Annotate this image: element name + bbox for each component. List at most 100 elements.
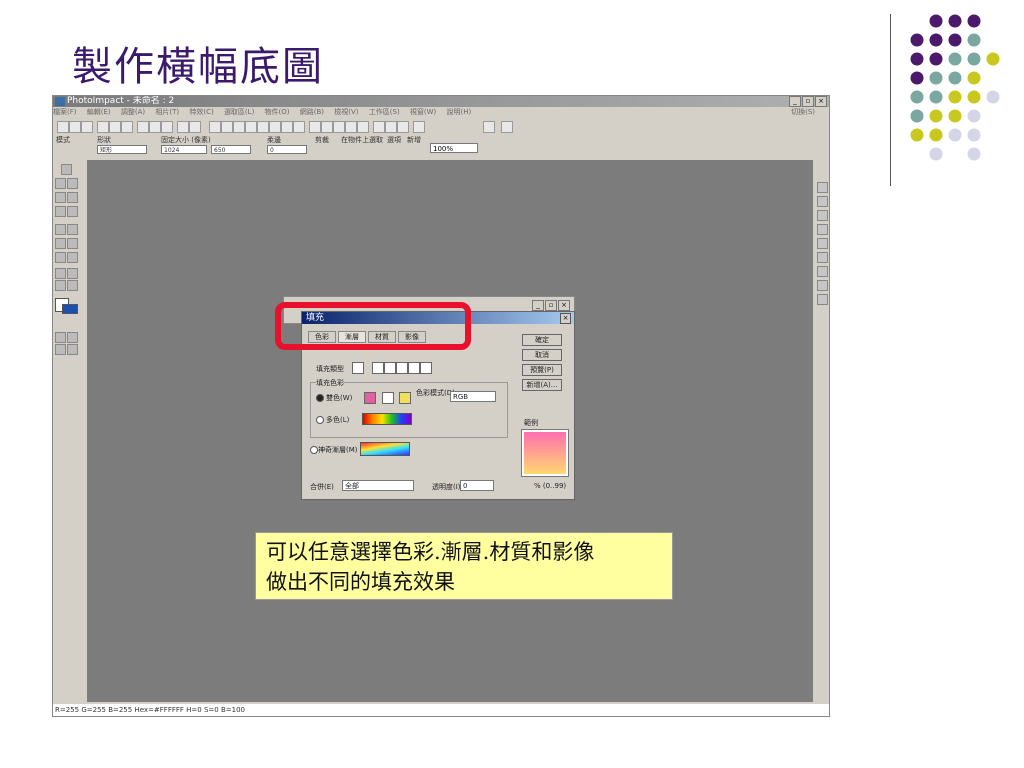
- scan-icon[interactable]: [121, 121, 133, 133]
- minimize-button[interactable]: _: [789, 96, 801, 107]
- print-icon[interactable]: [97, 121, 109, 133]
- menu-adjust[interactable]: 調整(A): [121, 108, 145, 116]
- color-mode-select[interactable]: RGB: [450, 391, 496, 402]
- multi-color-bar[interactable]: [362, 413, 412, 425]
- menu-window[interactable]: 視窗(W): [410, 108, 436, 116]
- tool-icon-k[interactable]: [333, 121, 345, 133]
- doc-close-button[interactable]: ×: [558, 300, 570, 311]
- panel-toggle-icon-7[interactable]: [817, 266, 828, 277]
- foreground-color-swatch[interactable]: [62, 304, 78, 314]
- gradient-diagonal-icon[interactable]: [384, 362, 396, 374]
- eraser-tool-icon[interactable]: [67, 238, 78, 249]
- crop-tool-icon[interactable]: [67, 206, 78, 217]
- tool-icon-j[interactable]: [321, 121, 333, 133]
- text-tool-icon[interactable]: [67, 192, 78, 203]
- panel-icon-d[interactable]: [67, 344, 78, 355]
- zoom-tool-icon[interactable]: [55, 268, 66, 279]
- tool-icon-e[interactable]: [257, 121, 269, 133]
- tool-icon-m[interactable]: [357, 121, 369, 133]
- menu-effect[interactable]: 特效(C): [189, 108, 213, 116]
- panel-toggle-icon-3[interactable]: [817, 210, 828, 221]
- tool-icon-i[interactable]: [309, 121, 321, 133]
- effect-tool-icon[interactable]: [67, 252, 78, 263]
- print-preview-icon[interactable]: [109, 121, 121, 133]
- doc-restore-button[interactable]: ▫: [545, 300, 557, 311]
- path-tool-icon[interactable]: [55, 206, 66, 217]
- height-field[interactable]: 650: [211, 145, 251, 154]
- merge-select[interactable]: 全部: [342, 480, 414, 491]
- redo-icon[interactable]: [189, 121, 201, 133]
- hand-tool-icon[interactable]: [67, 280, 78, 291]
- panel-icon-a[interactable]: [55, 332, 66, 343]
- menu-object[interactable]: 物件(O): [265, 108, 290, 116]
- menu-web[interactable]: 網路(B): [300, 108, 324, 116]
- tool-icon-p[interactable]: [397, 121, 409, 133]
- fill-tool-icon[interactable]: [55, 238, 66, 249]
- close-button[interactable]: ×: [815, 96, 827, 107]
- panel-toggle-icon-9[interactable]: [817, 294, 828, 305]
- stamp-tool-icon[interactable]: [55, 252, 66, 263]
- help-icon[interactable]: [501, 121, 513, 133]
- tool-icon-o[interactable]: [385, 121, 397, 133]
- pick-tool-icon[interactable]: [61, 164, 72, 175]
- two-color-radio[interactable]: [316, 394, 324, 402]
- tool-icon-q[interactable]: [413, 121, 425, 133]
- panel-toggle-icon-2[interactable]: [817, 196, 828, 207]
- undo-icon[interactable]: [177, 121, 189, 133]
- paste-icon[interactable]: [161, 121, 173, 133]
- width-field[interactable]: 1024: [161, 145, 207, 154]
- shape-select[interactable]: 矩形: [97, 145, 147, 154]
- clone-tool-icon[interactable]: [67, 224, 78, 235]
- tool-icon-h[interactable]: [293, 121, 305, 133]
- lasso-tool-icon[interactable]: [67, 178, 78, 189]
- preview-button[interactable]: 預覽(P): [522, 364, 562, 376]
- cancel-button[interactable]: 取消: [522, 349, 562, 361]
- tool-icon-b[interactable]: [221, 121, 233, 133]
- tool-icon-n[interactable]: [373, 121, 385, 133]
- swap-colors-icon[interactable]: [382, 392, 394, 404]
- transparency-field[interactable]: 0: [460, 480, 494, 491]
- gradient-corner-icon[interactable]: [396, 362, 408, 374]
- panel-toggle-icon-6[interactable]: [817, 252, 828, 263]
- tool-icon-c[interactable]: [233, 121, 245, 133]
- menu-edit[interactable]: 編輯(E): [87, 108, 111, 116]
- doc-minimize-button[interactable]: _: [532, 300, 544, 311]
- magic-gradient-radio[interactable]: [310, 446, 318, 454]
- tool-icon-f[interactable]: [269, 121, 281, 133]
- menu-file[interactable]: 檔案(F): [53, 108, 77, 116]
- panel-toggle-icon-5[interactable]: [817, 238, 828, 249]
- tool-icon-g[interactable]: [281, 121, 293, 133]
- eyedropper-tool-icon[interactable]: [67, 268, 78, 279]
- gradient-radial-icon[interactable]: [420, 362, 432, 374]
- paint-tool-icon[interactable]: [55, 280, 66, 291]
- brush-tool-icon[interactable]: [55, 192, 66, 203]
- copy-icon[interactable]: [149, 121, 161, 133]
- gradient-down-icon[interactable]: [352, 362, 364, 374]
- soft-edge-field[interactable]: 0: [267, 145, 307, 154]
- panel-toggle-icon-4[interactable]: [817, 224, 828, 235]
- fill-dialog-close-button[interactable]: ×: [560, 313, 571, 324]
- panel-icon-b[interactable]: [67, 332, 78, 343]
- new-file-icon[interactable]: [57, 121, 69, 133]
- add-button[interactable]: 新增(A)...: [522, 379, 562, 391]
- tool-icon-l[interactable]: [345, 121, 357, 133]
- multi-color-radio[interactable]: [316, 416, 324, 424]
- cut-icon[interactable]: [137, 121, 149, 133]
- gradient-right-icon[interactable]: [372, 362, 384, 374]
- menu-selection[interactable]: 選取區(L): [224, 108, 254, 116]
- tool-icon-d[interactable]: [245, 121, 257, 133]
- select-tool-icon[interactable]: [55, 178, 66, 189]
- menu-photo[interactable]: 相片(T): [155, 108, 179, 116]
- panel-toggle-icon-8[interactable]: [817, 280, 828, 291]
- open-file-icon[interactable]: [69, 121, 81, 133]
- panel-toggle-icon-1[interactable]: [817, 182, 828, 193]
- magic-gradient-bar[interactable]: [360, 442, 410, 456]
- tool-icon-a[interactable]: [209, 121, 221, 133]
- menu-switch[interactable]: 切換(S): [791, 107, 815, 118]
- save-icon[interactable]: [81, 121, 93, 133]
- menu-help[interactable]: 說明(H): [447, 108, 472, 116]
- panel-icon-c[interactable]: [55, 344, 66, 355]
- zoom-dropdown-icon[interactable]: [483, 121, 495, 133]
- gradient-square-icon[interactable]: [408, 362, 420, 374]
- retouch-tool-icon[interactable]: [55, 224, 66, 235]
